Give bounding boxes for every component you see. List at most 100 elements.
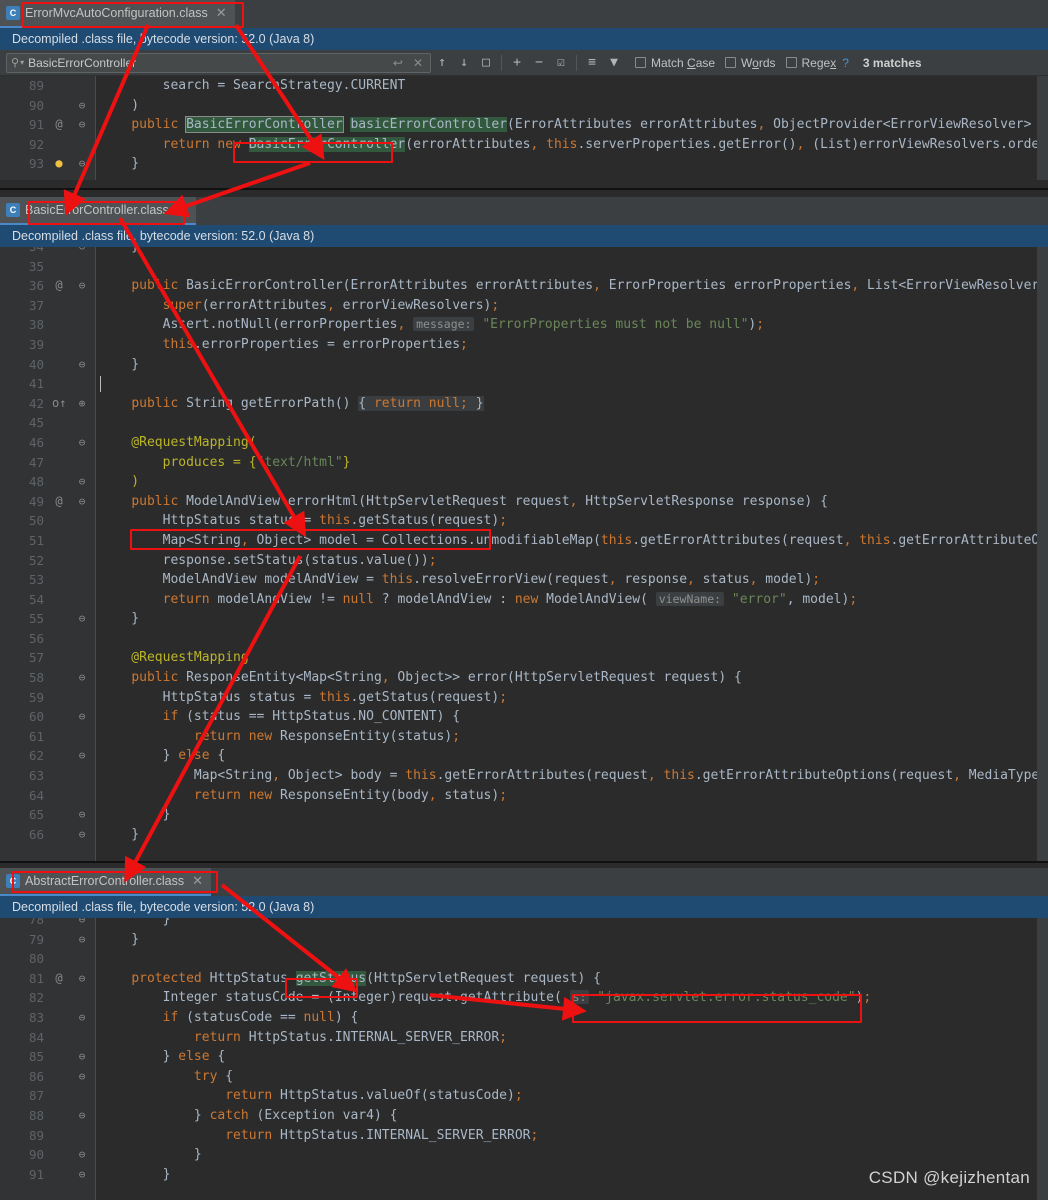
line-number: 65 [28, 807, 44, 823]
line-number: 57 [28, 650, 44, 666]
fold-toggle-icon[interactable]: ⊖ [76, 746, 88, 766]
find-next-icon[interactable]: ↓ [453, 52, 475, 74]
remove-selection-icon[interactable]: − [528, 52, 550, 74]
code-text: return modelAndView != null ? modelAndVi… [162, 591, 858, 607]
find-previous-icon[interactable]: ↑ [431, 52, 453, 74]
fold-toggle-icon[interactable]: ⊖ [76, 472, 88, 492]
fold-toggle-icon[interactable]: ⊖ [76, 154, 88, 174]
search-input[interactable]: ⚲ ▾ BasicErrorController ↩ ✕ [6, 52, 431, 73]
help-icon[interactable]: ? [842, 56, 849, 70]
line-number: 79 [28, 931, 44, 947]
words-checkbox[interactable]: Words [725, 56, 776, 70]
code-text: public String getErrorPath() { return nu… [131, 395, 484, 411]
fold-toggle-icon[interactable]: ⊖ [76, 707, 88, 727]
line-number: 61 [28, 728, 44, 744]
fold-toggle-icon[interactable]: ⊖ [76, 1165, 88, 1185]
code-line: 90 ⊖ } [0, 1145, 1048, 1165]
tab-bar-3: C AbstractErrorController.class ✕ [0, 868, 1048, 896]
fold-toggle-icon[interactable]: ⊖ [76, 115, 88, 135]
fold-toggle-icon[interactable]: ⊖ [76, 247, 88, 257]
tab-label: ErrorMvcAutoConfiguration.class [25, 6, 208, 20]
in-selection-icon[interactable]: ≡ [581, 52, 603, 74]
code-text: } [100, 826, 140, 842]
fold-toggle-icon[interactable]: ⊖ [76, 805, 88, 825]
toolbar-divider [576, 54, 577, 71]
fold-toggle-icon[interactable]: ⊖ [76, 1047, 88, 1067]
fold-toggle-icon[interactable]: ⊖ [76, 433, 88, 453]
fold-toggle-icon[interactable]: ⊖ [76, 492, 88, 512]
code-line: 51 Map<String, Object> model = Collectio… [0, 531, 1048, 551]
watermark: CSDN @kejizhentan [868, 1168, 1030, 1187]
fold-toggle-icon[interactable]: ⊖ [76, 1008, 88, 1028]
annotation-marker-icon[interactable]: @ [52, 115, 66, 135]
code-editor-1[interactable]: 89 search = SearchStrategy.CURRENT 90 ⊖ ) 9… [0, 76, 1048, 180]
line-number: 88 [28, 1107, 44, 1123]
code-editor-3[interactable]: 78 ⊖ } 79 ⊖ } 80 81 @ ⊖ protected HttpStatus ge… [0, 918, 1048, 1200]
line-number: 46 [28, 434, 44, 450]
filter-icon[interactable]: ▼ [603, 52, 625, 74]
toggle-selection-icon[interactable]: ☑ [550, 52, 572, 74]
code-line: 59 HttpStatus status = this.getStatus(re… [0, 688, 1048, 708]
line-number: 80 [28, 951, 44, 967]
line-number: 85 [28, 1049, 44, 1065]
line-number: 66 [28, 826, 44, 842]
code-line: 78 ⊖ } [0, 918, 1048, 930]
fold-toggle-icon[interactable]: ⊖ [76, 930, 88, 950]
fold-toggle-icon[interactable]: ⊖ [76, 276, 88, 296]
annotation-marker-icon[interactable]: @ [52, 969, 66, 989]
fold-toggle-icon[interactable]: ⊖ [76, 918, 88, 930]
intention-bulb-icon[interactable]: ● [52, 154, 66, 174]
line-number: 56 [28, 630, 44, 646]
line-number: 90 [28, 1147, 44, 1163]
fold-toggle-icon[interactable]: ⊖ [76, 1067, 88, 1087]
close-icon[interactable]: ✕ [192, 873, 203, 889]
close-icon[interactable]: ✕ [177, 202, 188, 218]
add-selection-icon[interactable]: + [506, 52, 528, 74]
vertical-scrollbar[interactable] [1037, 76, 1048, 180]
reset-icon[interactable]: ↩ [390, 56, 406, 70]
close-icon[interactable]: ✕ [216, 5, 227, 21]
code-text: ) [100, 474, 140, 490]
select-all-occurrences-icon[interactable]: □ [475, 52, 497, 74]
fold-toggle-icon[interactable]: ⊖ [76, 1106, 88, 1126]
fold-toggle-icon[interactable]: ⊖ [76, 969, 88, 989]
code-text: } [100, 356, 140, 372]
annotation-marker-icon[interactable]: @ [52, 492, 66, 512]
code-text: Map<String, Object> model = Collections.… [100, 532, 1048, 548]
code-line: 90 ⊖ ) [0, 96, 1048, 116]
decompiled-banner-2: Decompiled .class file, bytecode version… [0, 225, 1048, 247]
line-number: 48 [28, 474, 44, 490]
fold-toggle-icon[interactable]: ⊖ [76, 96, 88, 116]
code-line: 66 ⊖ } [0, 825, 1048, 845]
code-text: if (statusCode == null) { [162, 1009, 359, 1025]
tab-error-mvc-auto-configuration[interactable]: C ErrorMvcAutoConfiguration.class ✕ [0, 0, 235, 28]
checkbox-box [725, 57, 737, 68]
code-editor-2[interactable]: 34 ⊖ } 35 36 @ ⊖ public BasicErrorController(… [0, 247, 1048, 861]
code-text: @RequestMapping( [100, 434, 257, 450]
code-text: } [100, 247, 139, 257]
fold-toggle-icon[interactable]: ⊖ [76, 355, 88, 375]
fold-toggle-icon[interactable]: ⊖ [76, 825, 88, 845]
vertical-scrollbar[interactable] [1037, 918, 1048, 1200]
override-marker-icon[interactable]: o↑ [52, 394, 66, 414]
fold-toggle-icon[interactable]: ⊕ [76, 394, 88, 414]
close-icon[interactable]: ✕ [410, 56, 426, 70]
fold-toggle-icon[interactable]: ⊖ [76, 609, 88, 629]
match-case-checkbox[interactable]: Match Case [635, 56, 715, 70]
code-text: return HttpStatus.INTERNAL_SERVER_ERROR; [193, 1029, 507, 1045]
code-text: search = SearchStrategy.CURRENT [100, 78, 406, 93]
line-number: 50 [28, 513, 44, 529]
code-line: 79 ⊖ } [0, 930, 1048, 950]
tab-basic-error-controller[interactable]: C BasicErrorController.class ✕ [0, 197, 196, 225]
fold-toggle-icon[interactable]: ⊖ [76, 668, 88, 688]
line-number: 42 [28, 395, 44, 411]
fold-toggle-icon[interactable]: ⊖ [76, 1145, 88, 1165]
annotation-marker-icon[interactable]: @ [52, 276, 66, 296]
code-text: return new BasicErrorController(errorAtt… [162, 136, 1048, 152]
line-number: 51 [28, 532, 44, 548]
code-text: produces = {"text/html"} [100, 454, 351, 470]
editor-panel-2: C BasicErrorController.class ✕ Decompile… [0, 197, 1048, 861]
regex-checkbox[interactable]: Regex [785, 56, 836, 70]
tab-abstract-error-controller[interactable]: C AbstractErrorController.class ✕ [0, 868, 211, 896]
vertical-scrollbar[interactable] [1037, 247, 1048, 861]
